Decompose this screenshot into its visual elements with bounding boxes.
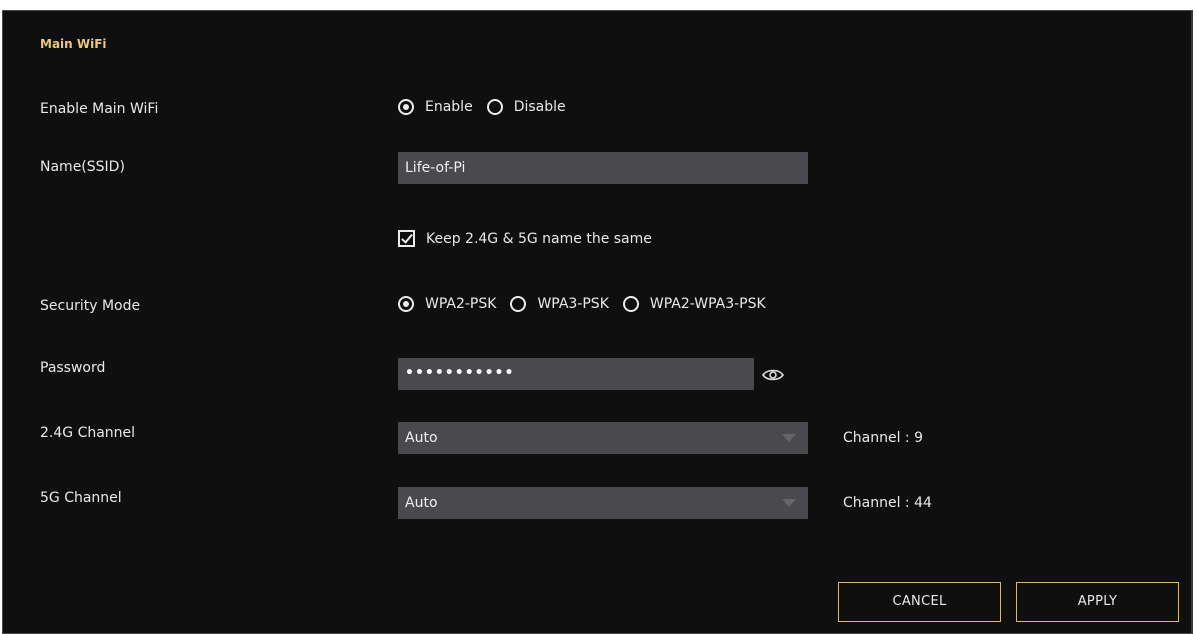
apply-button[interactable]: APPLY xyxy=(1016,582,1179,622)
cancel-button[interactable]: CANCEL xyxy=(838,582,1001,622)
channel-5g-info: Channel : 44 xyxy=(843,495,932,511)
main-wifi-panel: Main WiFi Enable Main WiFi Enable Disabl… xyxy=(2,10,1193,634)
wpa3-psk-radio[interactable] xyxy=(510,296,527,312)
channel-24g-select[interactable]: Auto xyxy=(398,422,808,454)
channel-24g-label: 2.4G Channel xyxy=(40,425,136,441)
enable-main-wifi-radio-group: Enable Disable xyxy=(398,99,580,115)
channel-24g-selected: Auto xyxy=(405,430,438,446)
keep-same-name-checkbox[interactable] xyxy=(398,230,415,247)
wpa3-psk-label[interactable]: WPA3-PSK xyxy=(537,296,608,312)
keep-same-name-row: Keep 2.4G & 5G name the same xyxy=(398,230,652,247)
chevron-down-icon xyxy=(782,434,796,442)
security-mode-label: Security Mode xyxy=(40,298,141,314)
ssid-input[interactable]: Life-of-Pi xyxy=(398,152,808,184)
security-mode-radio-group: WPA2-PSK WPA3-PSK WPA2-WPA3-PSK xyxy=(398,296,780,312)
channel-5g-label: 5G Channel xyxy=(40,490,122,506)
enable-radio-label[interactable]: Enable xyxy=(425,99,473,115)
password-label: Password xyxy=(40,360,106,376)
keep-same-name-label[interactable]: Keep 2.4G & 5G name the same xyxy=(426,231,652,247)
channel-5g-select[interactable]: Auto xyxy=(398,487,808,519)
section-title: Main WiFi xyxy=(40,37,107,51)
wpa2-psk-label[interactable]: WPA2-PSK xyxy=(425,296,496,312)
channel-24g-info: Channel : 9 xyxy=(843,430,924,446)
password-input[interactable]: ••••••••••• xyxy=(398,358,754,390)
enable-main-wifi-label: Enable Main WiFi xyxy=(40,101,159,117)
disable-radio-label[interactable]: Disable xyxy=(514,99,566,115)
wpa2-wpa3-psk-label[interactable]: WPA2-WPA3-PSK xyxy=(650,296,766,312)
wpa2-psk-radio[interactable] xyxy=(398,296,414,312)
disable-radio[interactable] xyxy=(486,99,503,115)
wpa2-wpa3-psk-radio[interactable] xyxy=(622,296,639,312)
channel-5g-selected: Auto xyxy=(405,495,438,511)
ssid-label: Name(SSID) xyxy=(40,159,125,175)
eye-icon[interactable] xyxy=(762,367,784,383)
chevron-down-icon xyxy=(782,499,796,507)
enable-radio[interactable] xyxy=(398,99,414,115)
